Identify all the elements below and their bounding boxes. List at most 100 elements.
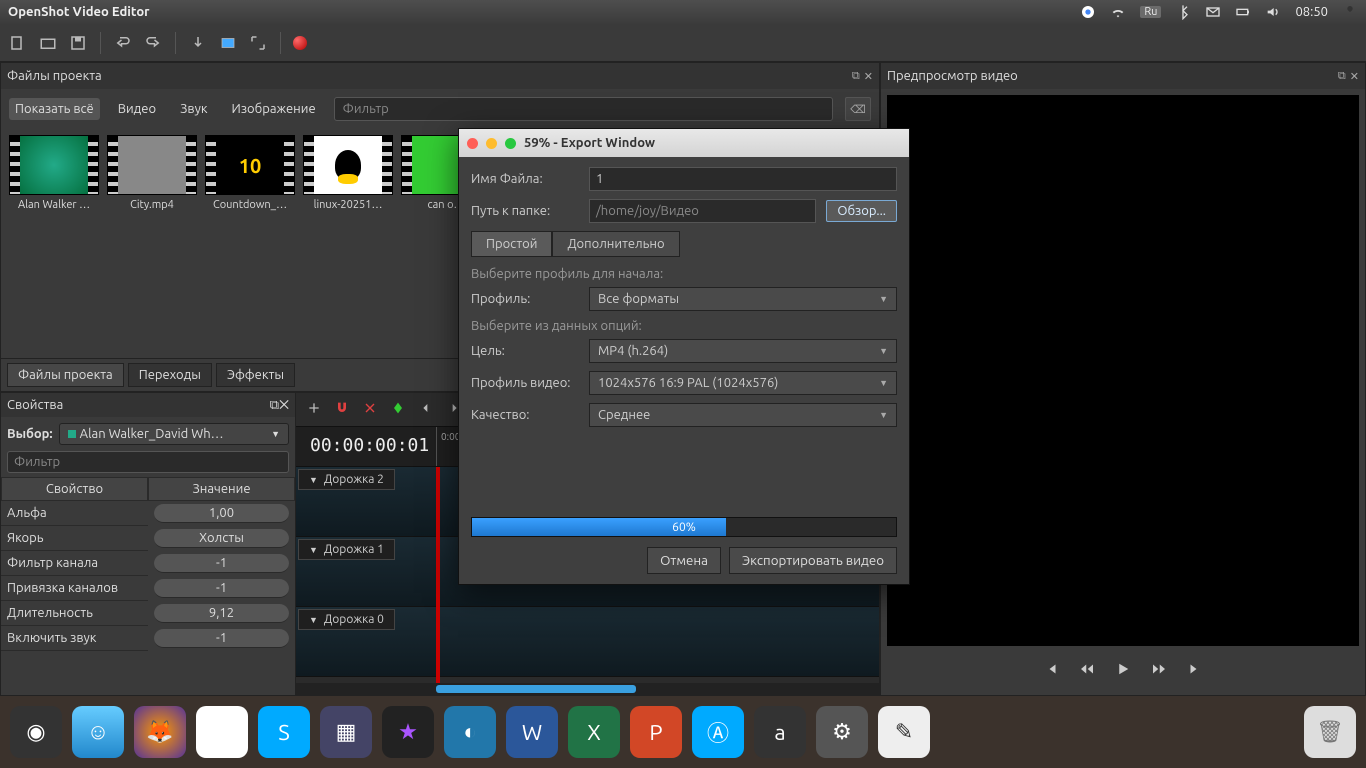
tab-simple[interactable]: Простой (471, 231, 552, 257)
close-window-icon[interactable] (467, 138, 478, 149)
prop-value[interactable]: -1 (154, 579, 289, 598)
dock: ◉ ☺ 🦊 ◎ S ▦ ★ ◐ W X P Ⓐ a ⚙ ✎ 🗑 (0, 696, 1366, 768)
project-files-title: Файлы проекта (7, 69, 102, 83)
tab-video[interactable]: Видео (112, 98, 162, 120)
redo-icon[interactable] (143, 33, 163, 53)
prop-value[interactable]: 9,12 (154, 604, 289, 623)
cancel-button[interactable]: Отмена (647, 547, 721, 574)
open-project-icon[interactable] (38, 33, 58, 53)
keyboard-layout-indicator[interactable]: Ru (1140, 6, 1161, 18)
battery-icon[interactable] (1235, 4, 1251, 20)
dock-skype-icon[interactable]: S (258, 706, 310, 758)
export-button[interactable]: Экспортировать видео (729, 547, 897, 574)
timeline-scrollbar[interactable] (296, 683, 879, 695)
prev-marker-icon[interactable] (418, 400, 434, 419)
dock-excel-icon[interactable]: X (568, 706, 620, 758)
prop-value[interactable]: 1,00 (154, 504, 289, 523)
rewind-icon[interactable] (1078, 660, 1096, 681)
system-menu-icon[interactable] (1342, 4, 1358, 20)
fullscreen-icon[interactable] (248, 33, 268, 53)
dock-imovie-icon[interactable]: ★ (382, 706, 434, 758)
bluetooth-icon[interactable] (1175, 4, 1191, 20)
dock-notes-icon[interactable]: ✎ (878, 706, 930, 758)
preview-panel: Предпросмотр видео ⧉✕ (880, 62, 1366, 696)
chrome-icon[interactable] (1080, 4, 1096, 20)
prop-key: Привязка каналов (1, 576, 148, 601)
new-project-icon[interactable] (8, 33, 28, 53)
prop-value[interactable]: -1 (154, 629, 289, 648)
undock-icon[interactable]: ⧉ (270, 398, 279, 412)
project-item[interactable]: Alan Walker … (9, 135, 99, 211)
properties-title: Свойства (7, 398, 63, 412)
properties-filter-input[interactable]: Фильтр (7, 451, 289, 473)
quality-select[interactable]: Среднее▼ (589, 403, 897, 427)
tab-effects[interactable]: Эффекты (216, 363, 295, 387)
zoom-window-icon[interactable] (505, 138, 516, 149)
clock[interactable]: 08:50 (1295, 5, 1328, 19)
razor-icon[interactable] (362, 400, 378, 419)
jump-end-icon[interactable] (1186, 660, 1204, 681)
target-select[interactable]: MP4 (h.264)▼ (589, 339, 897, 363)
project-item[interactable]: 10Countdown_… (205, 135, 295, 211)
profile-icon[interactable] (218, 33, 238, 53)
dock-settings-icon[interactable]: ⚙ (816, 706, 868, 758)
mail-icon[interactable] (1205, 4, 1221, 20)
track-header[interactable]: ▼Дорожка 2 (298, 469, 395, 490)
dock-ubuntu-icon[interactable]: ◉ (10, 706, 62, 758)
close-panel-icon[interactable]: ✕ (864, 70, 873, 83)
volume-icon[interactable] (1265, 4, 1281, 20)
path-input[interactable]: /home/joy/Видео (589, 199, 816, 223)
dock-browser-icon[interactable]: ◐ (444, 706, 496, 758)
playhead[interactable] (436, 467, 440, 683)
project-item[interactable]: linux-20251… (303, 135, 393, 211)
dialog-titlebar[interactable]: 59% - Export Window (459, 129, 909, 157)
tab-audio[interactable]: Звук (174, 98, 213, 120)
import-icon[interactable] (188, 33, 208, 53)
undock-icon[interactable]: ⧉ (852, 70, 860, 83)
prop-value[interactable]: -1 (154, 554, 289, 573)
dock-word-icon[interactable]: W (506, 706, 558, 758)
jump-start-icon[interactable] (1042, 660, 1060, 681)
properties-panel: Свойства ⧉✕ Выбор: Alan Walker_David Wh…… (1, 393, 296, 695)
dock-trash-icon[interactable]: 🗑 (1304, 706, 1356, 758)
add-track-icon[interactable] (306, 400, 322, 419)
profile-select[interactable]: Все форматы▼ (589, 287, 897, 311)
project-item[interactable]: City.mp4 (107, 135, 197, 211)
dock-chrome-icon[interactable]: ◎ (196, 706, 248, 758)
undo-icon[interactable] (113, 33, 133, 53)
wifi-icon[interactable] (1110, 4, 1126, 20)
save-project-icon[interactable] (68, 33, 88, 53)
tab-transitions[interactable]: Переходы (128, 363, 212, 387)
preview-viewport[interactable] (887, 95, 1359, 646)
undock-icon[interactable]: ⧉ (1338, 70, 1346, 83)
marker-icon[interactable] (390, 400, 406, 419)
browse-button[interactable]: Обзор... (826, 200, 897, 222)
prop-value[interactable]: Холсты (154, 529, 289, 548)
clear-filter-icon[interactable]: ⌫ (845, 97, 871, 121)
video-profile-select[interactable]: 1024x576 16:9 PAL (1024x576)▼ (589, 371, 897, 395)
selection-dropdown[interactable]: Alan Walker_David Wh… ▼ (59, 423, 289, 445)
close-panel-icon[interactable]: ✕ (1350, 70, 1359, 83)
dock-finder-icon[interactable]: ☺ (72, 706, 124, 758)
dock-amazon-icon[interactable]: a (754, 706, 806, 758)
tab-advanced[interactable]: Дополнительно (552, 231, 679, 257)
dock-appstore-icon[interactable]: Ⓐ (692, 706, 744, 758)
project-filter-input[interactable]: Фильтр (334, 97, 833, 121)
export-icon[interactable] (293, 36, 307, 50)
tab-show-all[interactable]: Показать всё (9, 98, 100, 120)
track-header[interactable]: ▼Дорожка 1 (298, 539, 395, 560)
minimize-window-icon[interactable] (486, 138, 497, 149)
filename-input[interactable]: 1 (589, 167, 897, 191)
tab-project-files[interactable]: Файлы проекта (7, 363, 124, 387)
path-label: Путь к папке: (471, 204, 579, 218)
dock-firefox-icon[interactable]: 🦊 (134, 706, 186, 758)
tab-image[interactable]: Изображение (226, 98, 322, 120)
dock-photos-icon[interactable]: ▦ (320, 706, 372, 758)
fast-forward-icon[interactable] (1150, 660, 1168, 681)
section-options-label: Выберите из данных опций: (471, 319, 897, 333)
close-panel-icon[interactable]: ✕ (279, 398, 289, 412)
dock-powerpoint-icon[interactable]: P (630, 706, 682, 758)
snap-icon[interactable] (334, 400, 350, 419)
track-header[interactable]: ▼Дорожка 0 (298, 609, 395, 630)
play-icon[interactable] (1114, 660, 1132, 681)
